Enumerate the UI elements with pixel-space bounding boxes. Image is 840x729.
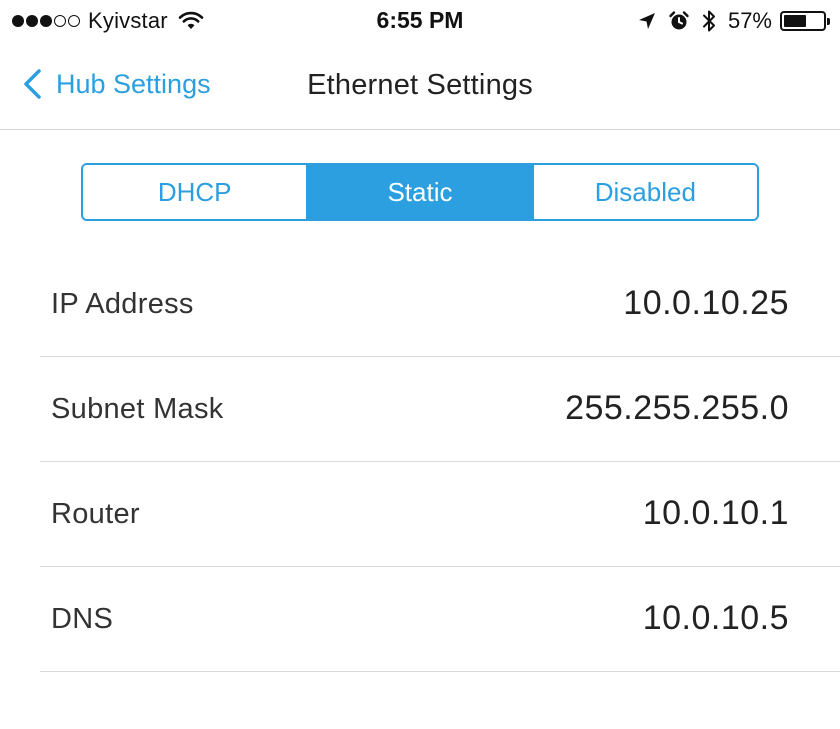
row-label: Router: [51, 498, 140, 530]
row-value: 10.0.10.5: [642, 599, 789, 637]
row-label: IP Address: [51, 288, 194, 320]
row-value: 255.255.255.0: [565, 389, 789, 427]
row-value: 10.0.10.1: [642, 494, 789, 532]
settings-row-dns[interactable]: DNS 10.0.10.5: [40, 567, 840, 672]
segment-static[interactable]: Static: [306, 165, 532, 219]
status-bar: Kyivstar 6:55 PM 57%: [0, 0, 840, 42]
row-value: 10.0.10.25: [623, 284, 789, 322]
settings-row-subnet-mask[interactable]: Subnet Mask 255.255.255.0: [40, 357, 840, 462]
row-label: DNS: [51, 603, 114, 635]
navigation-bar: Hub Settings Ethernet Settings: [0, 42, 840, 130]
bluetooth-icon: [702, 9, 716, 33]
segment-disabled[interactable]: Disabled: [531, 165, 757, 219]
battery-level-fill: [784, 15, 806, 27]
settings-row-ip-address[interactable]: IP Address 10.0.10.25: [40, 252, 840, 357]
alarm-icon: [668, 10, 690, 32]
battery-icon: [780, 11, 830, 31]
battery-percent: 57%: [727, 8, 772, 33]
settings-list: IP Address 10.0.10.25 Subnet Mask 255.25…: [40, 252, 840, 672]
settings-row-router[interactable]: Router 10.0.10.1: [40, 462, 840, 567]
status-bar-right: 57%: [626, 8, 830, 34]
ethernet-mode-segmented-control: DHCP Static Disabled: [81, 163, 759, 221]
battery-cap: [827, 18, 830, 25]
page-title: Ethernet Settings: [307, 69, 533, 101]
location-arrow-icon: [638, 12, 656, 30]
row-label: Subnet Mask: [51, 393, 224, 425]
segment-dhcp[interactable]: DHCP: [83, 165, 307, 219]
